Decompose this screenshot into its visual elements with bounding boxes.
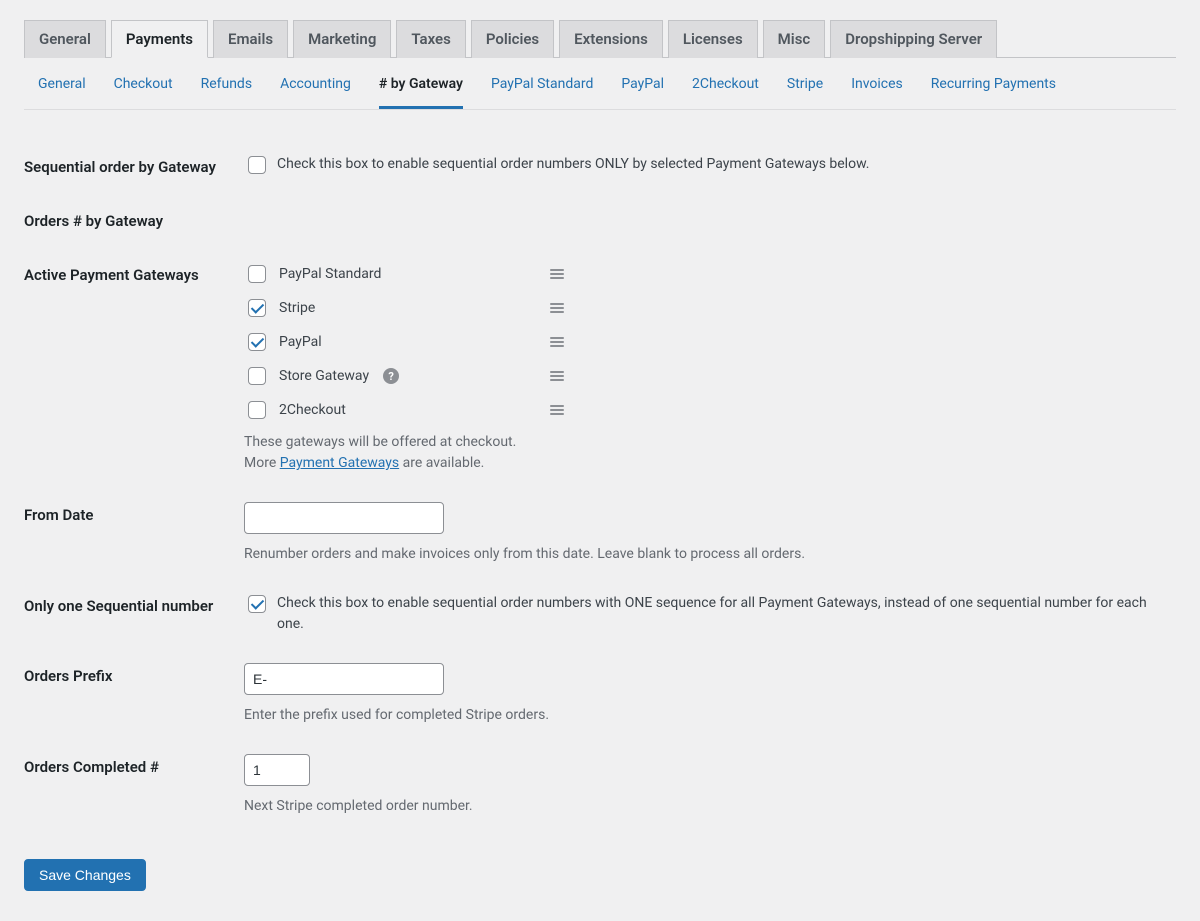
gateway-checkbox[interactable] xyxy=(248,401,266,419)
gateway-checkbox[interactable] xyxy=(248,333,266,351)
one-seq-label: Only one Sequential number xyxy=(24,579,244,649)
orders-prefix-desc: Enter the prefix used for completed Stri… xyxy=(244,705,1176,726)
primary-tab[interactable]: Taxes xyxy=(396,20,465,58)
secondary-tab[interactable]: Refunds xyxy=(201,76,253,109)
from-date-desc: Renumber orders and make invoices only f… xyxy=(244,544,1176,565)
orders-prefix-input[interactable] xyxy=(244,663,444,695)
one-seq-field[interactable]: Check this box to enable sequential orde… xyxy=(244,593,1176,635)
gateway-row: 2Checkout xyxy=(244,398,564,422)
gateway-row: PayPal Standard xyxy=(244,262,564,286)
primary-tab[interactable]: Emails xyxy=(213,20,288,58)
orders-completed-input[interactable] xyxy=(244,754,310,786)
help-icon[interactable]: ? xyxy=(383,368,399,384)
seq-by-gateway-text: Check this box to enable sequential orde… xyxy=(277,154,869,175)
save-button[interactable]: Save Changes xyxy=(24,859,146,891)
primary-tab[interactable]: Dropshipping Server xyxy=(830,20,997,58)
one-seq-text: Check this box to enable sequential orde… xyxy=(277,593,1176,635)
orders-prefix-label: Orders Prefix xyxy=(24,649,244,740)
secondary-tabs: General Checkout Refunds Accounting # by Gat… xyxy=(24,58,1176,110)
primary-tab[interactable]: Marketing xyxy=(293,20,391,58)
gateway-checkbox[interactable] xyxy=(248,265,266,283)
drag-handle-icon[interactable] xyxy=(550,405,564,415)
secondary-tab[interactable]: Checkout xyxy=(114,76,173,109)
primary-tab[interactable]: Policies xyxy=(471,20,554,58)
drag-handle-icon[interactable] xyxy=(550,371,564,381)
gateway-label[interactable]: Store Gateway? xyxy=(244,364,399,388)
gateway-name: 2Checkout xyxy=(279,402,346,418)
gateway-label[interactable]: PayPal Standard xyxy=(244,262,381,286)
gateway-row: PayPal xyxy=(244,330,564,354)
seq-by-gateway-label: Sequential order by Gateway xyxy=(24,140,244,194)
one-seq-checkbox[interactable] xyxy=(248,595,266,613)
secondary-tab[interactable]: Accounting xyxy=(280,76,351,109)
drag-handle-icon[interactable] xyxy=(550,303,564,313)
primary-tab[interactable]: Extensions xyxy=(559,20,663,58)
secondary-tab[interactable]: 2Checkout xyxy=(692,76,759,109)
gateway-name: Store Gateway xyxy=(279,368,369,384)
secondary-tab[interactable]: General xyxy=(38,76,86,109)
secondary-tab[interactable]: Stripe xyxy=(787,76,823,109)
gateway-list: PayPal Standard Stripe PayPal Store Gateway… xyxy=(244,262,1176,422)
gateway-row: Store Gateway? xyxy=(244,364,564,388)
drag-handle-icon[interactable] xyxy=(550,269,564,279)
secondary-tab[interactable]: PayPal Standard xyxy=(491,76,593,109)
gateway-name: Stripe xyxy=(279,300,315,316)
primary-tab[interactable]: Payments xyxy=(111,20,208,58)
gateway-name: PayPal xyxy=(279,334,322,350)
gateway-checkbox[interactable] xyxy=(248,367,266,385)
gateway-label[interactable]: PayPal xyxy=(244,330,322,354)
active-gateways-label: Active Payment Gateways xyxy=(24,248,244,488)
from-date-input[interactable] xyxy=(244,502,444,534)
drag-handle-icon[interactable] xyxy=(550,337,564,347)
section-heading: Orders # by Gateway xyxy=(24,194,1176,248)
gateway-row: Stripe xyxy=(244,296,564,320)
secondary-tab[interactable]: # by Gateway xyxy=(379,76,463,109)
secondary-tab[interactable]: PayPal xyxy=(621,76,664,109)
payment-gateways-link[interactable]: Payment Gateways xyxy=(280,455,399,471)
primary-tab[interactable]: General xyxy=(24,20,106,58)
orders-completed-desc: Next Stripe completed order number. xyxy=(244,796,1176,817)
seq-by-gateway-checkbox[interactable] xyxy=(248,156,266,174)
primary-tabs: GeneralPaymentsEmailsMarketingTaxesPolic… xyxy=(24,20,1176,58)
secondary-tab[interactable]: Recurring Payments xyxy=(931,76,1056,109)
gateway-label[interactable]: Stripe xyxy=(244,296,315,320)
primary-tab[interactable]: Licenses xyxy=(668,20,758,58)
secondary-tab[interactable]: Invoices xyxy=(851,76,903,109)
gateway-label[interactable]: 2Checkout xyxy=(244,398,346,422)
orders-completed-label: Orders Completed # xyxy=(24,740,244,831)
from-date-label: From Date xyxy=(24,488,244,579)
gateway-checkbox[interactable] xyxy=(248,299,266,317)
seq-by-gateway-field[interactable]: Check this box to enable sequential orde… xyxy=(244,154,869,177)
gateways-description: These gateways will be offered at checko… xyxy=(244,432,1176,474)
gateway-name: PayPal Standard xyxy=(279,266,381,282)
primary-tab[interactable]: Misc xyxy=(763,20,826,58)
